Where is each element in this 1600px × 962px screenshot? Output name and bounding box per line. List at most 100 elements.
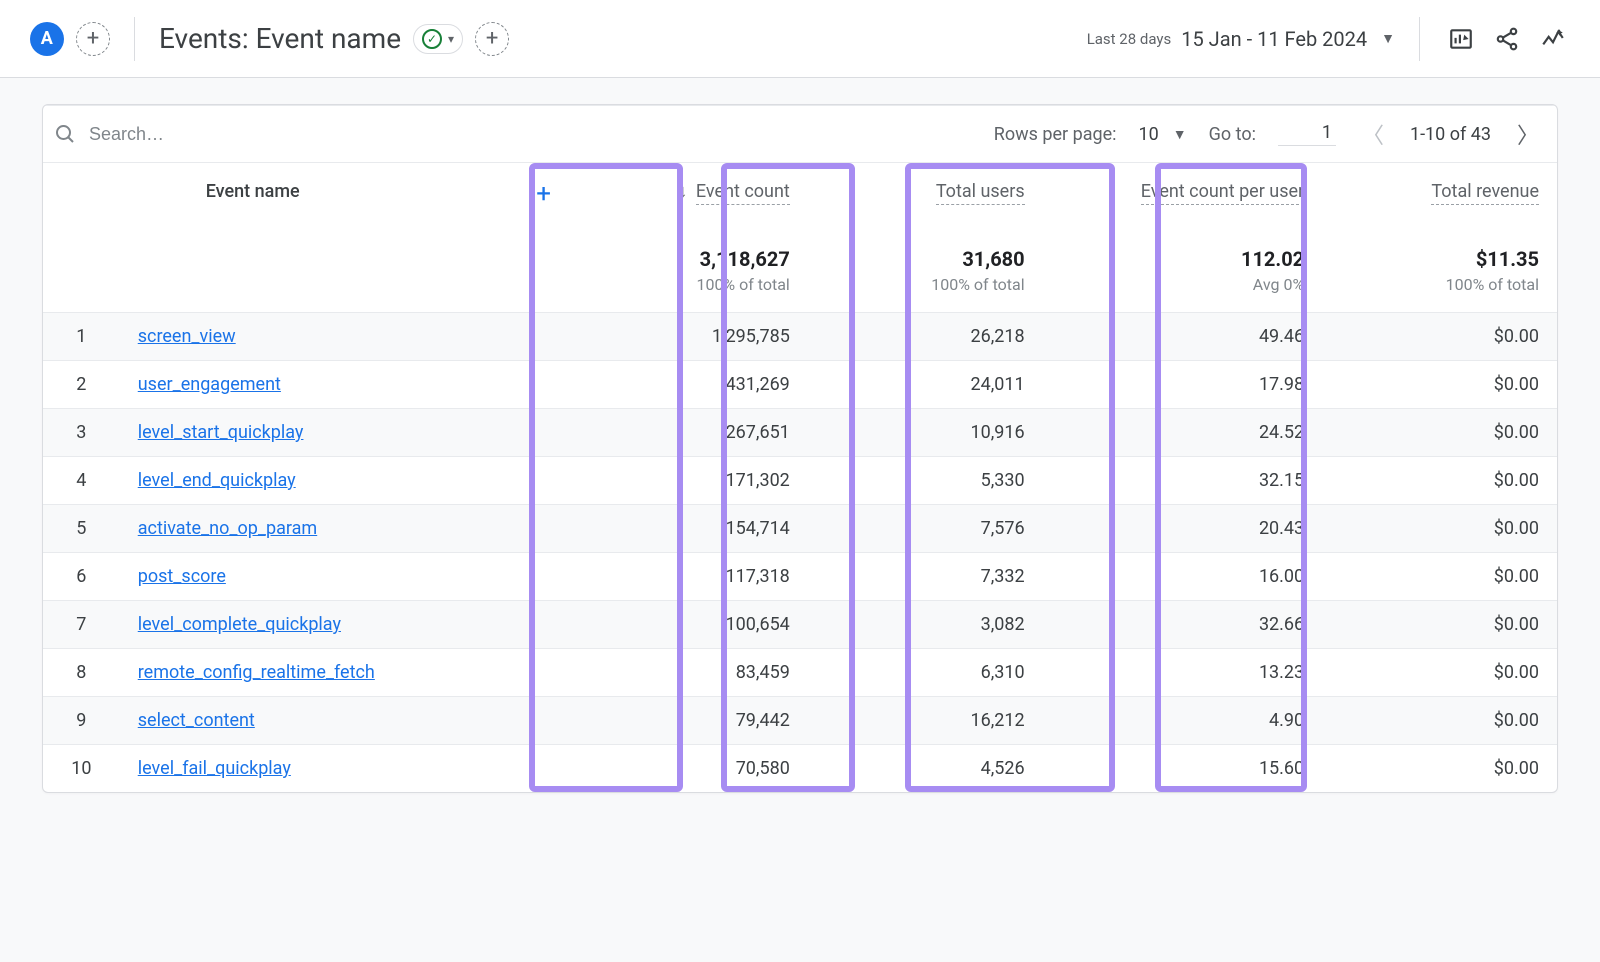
divider	[1419, 17, 1420, 61]
column-header-event-name[interactable]: Event name +	[126, 163, 573, 223]
totals-row: 3,118,627100% of total 31,680100% of tot…	[43, 223, 1557, 313]
column-header-event-count-per-user[interactable]: Event count per user	[1043, 163, 1323, 223]
column-header-event-count[interactable]: ↓ Event count	[573, 163, 808, 223]
date-caption: Last 28 days	[1087, 30, 1172, 48]
event-name-cell: level_start_quickplay	[126, 409, 573, 457]
event-link[interactable]: screen_view	[138, 326, 236, 347]
sort-descending-icon: ↓	[678, 181, 687, 202]
metric-cell: 83,459	[573, 649, 808, 697]
metric-cell: 20.43	[1043, 505, 1323, 553]
goto-input[interactable]: 1	[1278, 122, 1336, 146]
date-range-picker[interactable]: Last 28 days 15 Jan - 11 Feb 2024 ▼	[1087, 27, 1395, 51]
metric-cell: $0.00	[1322, 313, 1557, 361]
row-index: 2	[43, 361, 126, 409]
table-row: 5 activate_no_op_param 154,7147,57620.43$0…	[43, 505, 1557, 553]
chevron-down-icon: ▼	[1381, 30, 1395, 47]
metric-cell: 5,330	[808, 457, 1043, 505]
sparkline-icon	[1540, 26, 1566, 52]
page-range: 1-10 of 43	[1410, 124, 1491, 145]
metric-cell: 17.98	[1043, 361, 1323, 409]
title-block: Events: Event name ✓ ▾ +	[159, 22, 509, 56]
add-comparison-button[interactable]: +	[76, 22, 110, 56]
table-row: 7 level_complete_quickplay 100,6543,08232.…	[43, 601, 1557, 649]
metric-cell: 4.90	[1043, 697, 1323, 745]
table-wrapper: Event name + ↓ Event count Total users E…	[43, 163, 1557, 792]
report-edit-icon	[1448, 26, 1474, 52]
metric-cell: $0.00	[1322, 601, 1557, 649]
event-link[interactable]: level_end_quickplay	[138, 470, 296, 491]
row-index: 7	[43, 601, 126, 649]
event-link[interactable]: select_content	[138, 710, 255, 731]
filter-status-pill[interactable]: ✓ ▾	[413, 24, 463, 54]
metric-cell: 3,082	[808, 601, 1043, 649]
column-header-total-revenue[interactable]: Total revenue	[1322, 163, 1557, 223]
metric-cell: $0.00	[1322, 457, 1557, 505]
insights-button[interactable]	[1536, 22, 1570, 56]
row-index: 8	[43, 649, 126, 697]
search-field[interactable]	[53, 122, 972, 146]
search-input[interactable]	[89, 124, 349, 145]
metric-cell: 4,526	[808, 745, 1043, 793]
metric-cell: 267,651	[573, 409, 808, 457]
table-row: 6post_score117,3187,33216.00$0.00	[43, 553, 1557, 601]
add-dimension-button[interactable]: +	[536, 179, 551, 209]
metric-cell: 49.46	[1043, 313, 1323, 361]
table-toolbar: Rows per page: 10 ▼ Go to: 1 〈 1-10 of 4…	[43, 105, 1557, 163]
rows-per-page-value: 10	[1139, 124, 1159, 145]
event-link[interactable]: user_engagement	[138, 374, 281, 395]
page-title: Events: Event name	[159, 22, 401, 55]
metric-cell: 10,916	[808, 409, 1043, 457]
avatar[interactable]: A	[30, 22, 64, 56]
metric-cell: 32.15	[1043, 457, 1323, 505]
event-name-cell: level_fail_quickplay	[126, 745, 573, 793]
event-name-cell: select_content	[126, 697, 573, 745]
event-link[interactable]: remote_config_realtime_fetch	[138, 662, 375, 683]
date-range: 15 Jan - 11 Feb 2024	[1181, 27, 1367, 51]
events-card: Rows per page: 10 ▼ Go to: 1 〈 1-10 of 4…	[42, 104, 1558, 793]
metric-cell: 32.66	[1043, 601, 1323, 649]
metric-cell: $0.00	[1322, 697, 1557, 745]
table-row: 2user_engagement431,26924,01117.98$0.00	[43, 361, 1557, 409]
event-name-cell: user_engagement	[126, 361, 573, 409]
metric-cell: $0.00	[1322, 505, 1557, 553]
search-icon	[53, 122, 77, 146]
rows-per-page-select[interactable]: 10 ▼	[1139, 124, 1187, 145]
rows-per-page-label: Rows per page:	[994, 124, 1117, 145]
metric-cell: 16.00	[1043, 553, 1323, 601]
goto-label: Go to:	[1209, 124, 1256, 145]
app-header: A + Events: Event name ✓ ▾ + Last 28 day…	[0, 0, 1600, 78]
metric-cell: 26,218	[808, 313, 1043, 361]
chevron-down-icon: ▼	[1173, 126, 1187, 143]
metric-cell: 24,011	[808, 361, 1043, 409]
event-link[interactable]: level_fail_quickplay	[138, 758, 291, 779]
metric-cell: 171,302	[573, 457, 808, 505]
customize-report-button[interactable]	[1444, 22, 1478, 56]
event-link[interactable]: activate_no_op_param	[138, 518, 317, 539]
table-row: 8 remote_config_realtime_fetch 83,4596,310…	[43, 649, 1557, 697]
share-button[interactable]	[1490, 22, 1524, 56]
next-page-button[interactable]: 〉	[1513, 118, 1543, 150]
row-index: 1	[43, 313, 126, 361]
metric-cell: 16,212	[808, 697, 1043, 745]
row-index: 10	[43, 745, 126, 793]
metric-cell: 100,654	[573, 601, 808, 649]
events-table: Event name + ↓ Event count Total users E…	[43, 163, 1557, 792]
metric-cell: 79,442	[573, 697, 808, 745]
event-name-cell: level_end_quickplay	[126, 457, 573, 505]
prev-page-button[interactable]: 〈	[1358, 118, 1388, 150]
metric-cell: $0.00	[1322, 409, 1557, 457]
metric-cell: 15.60	[1043, 745, 1323, 793]
add-filter-button[interactable]: +	[475, 22, 509, 56]
metric-cell: 6,310	[808, 649, 1043, 697]
row-index: 5	[43, 505, 126, 553]
metric-cell: 154,714	[573, 505, 808, 553]
metric-cell: 7,576	[808, 505, 1043, 553]
event-link[interactable]: level_start_quickplay	[138, 422, 304, 443]
event-link[interactable]: post_score	[138, 566, 226, 587]
event-link[interactable]: level_complete_quickplay	[138, 614, 341, 635]
event-name-cell: screen_view	[126, 313, 573, 361]
table-row: 1screen_view1,295,78526,21849.46$0.00	[43, 313, 1557, 361]
metric-cell: 431,269	[573, 361, 808, 409]
column-header-total-users[interactable]: Total users	[808, 163, 1043, 223]
metric-cell: 117,318	[573, 553, 808, 601]
